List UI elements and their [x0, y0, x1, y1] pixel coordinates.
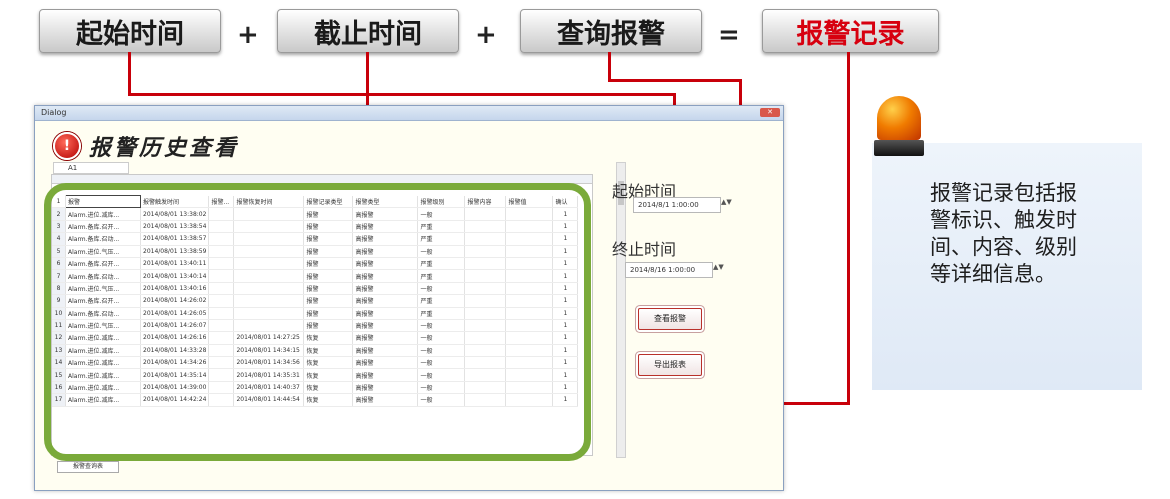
- end-time-picker[interactable]: 2014/8/16 1:00:00: [625, 262, 713, 278]
- beacon-dome: [877, 96, 921, 140]
- start-time-picker[interactable]: 2014/8/1 1:00:00: [633, 197, 721, 213]
- close-icon[interactable]: ✕: [760, 108, 780, 117]
- equals-sign: =: [718, 20, 740, 50]
- connector-line: [847, 52, 850, 405]
- vertical-scrollbar[interactable]: [616, 162, 626, 458]
- alarm-record-box: 报警记录: [762, 9, 939, 53]
- start-time-box: 起始时间: [39, 9, 221, 53]
- query-alarm-box: 查询报警: [520, 9, 702, 53]
- dialog-title: Dialog: [41, 108, 67, 117]
- export-report-button[interactable]: 导出报表: [638, 354, 702, 376]
- alarm-icon: !: [53, 132, 81, 160]
- cell-reference-box[interactable]: A1: [53, 162, 129, 174]
- dialog-titlebar: Dialog ✕: [35, 106, 783, 121]
- connector-line: [608, 79, 741, 82]
- end-time-box: 截止时间: [277, 9, 459, 53]
- end-time-label: 终止时间: [612, 240, 677, 259]
- plus-sign: +: [237, 20, 259, 50]
- alarm-beacon-icon: [874, 96, 924, 158]
- connector-line: [128, 93, 676, 96]
- beacon-base: [874, 140, 924, 156]
- table-highlight-frame: [44, 183, 591, 461]
- plus-sign: +: [475, 20, 497, 50]
- query-alarm-button[interactable]: 查看报警: [638, 308, 702, 330]
- connector-line: [128, 52, 131, 96]
- info-text: 报警记录包括报警标识、触发时间、内容、级别等详细信息。: [930, 181, 1077, 286]
- heading-text: 报警历史查看: [89, 135, 240, 161]
- dialog-heading: ! 报警历史查看: [53, 130, 239, 162]
- spin-updown-icon[interactable]: ▲▼: [721, 198, 732, 206]
- connector-line: [608, 52, 611, 82]
- sheet-tab[interactable]: 报警查询表: [57, 461, 119, 473]
- spin-updown-icon[interactable]: ▲▼: [713, 263, 724, 271]
